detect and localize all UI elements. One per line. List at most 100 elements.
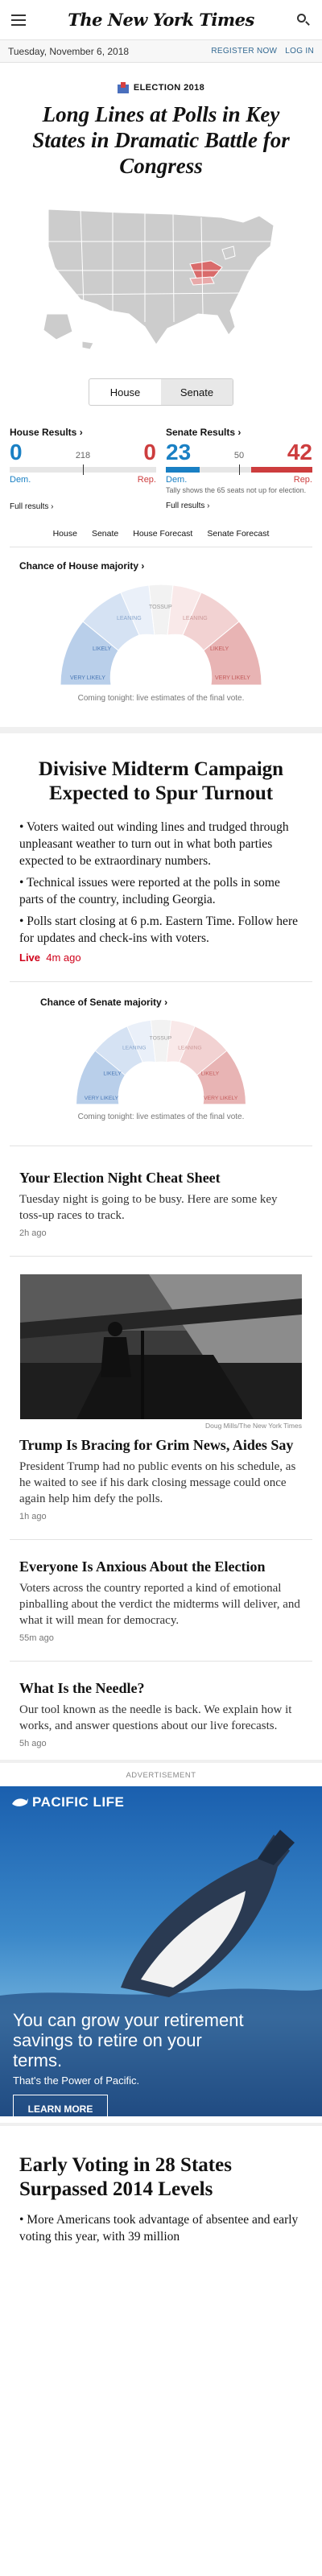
house-rep-label: Rep. (137, 475, 156, 485)
main-story-title[interactable]: Divisive Midterm Campaign Expected to Sp… (19, 758, 303, 806)
house-seat-bar (10, 464, 156, 475)
senate-gauge-caption: Coming tonight: live estimates of the fi… (77, 1113, 245, 1121)
house-majority-gauge[interactable]: VERY LIKELY LIKELY LEANING TOSSUP LEANIN… (44, 576, 278, 689)
search-icon[interactable] (296, 13, 311, 27)
house-results-title[interactable]: House Results (10, 427, 76, 438)
subnav-senate-forecast[interactable]: Senate Forecast (207, 529, 269, 539)
house-rep-count: 0 (143, 440, 156, 464)
senate-rep-label: Rep. (293, 475, 312, 485)
results-panel: House Results › 0 218 0 Dem. Rep. Full r… (0, 427, 322, 511)
gauge-label: VERY LIKELY (70, 675, 105, 681)
senate-dem-label: Dem. (166, 475, 188, 485)
story-timestamp: 1h ago (19, 1512, 47, 1521)
subnav-house-forecast[interactable]: House Forecast (133, 529, 192, 539)
senate-seat-bar (166, 464, 312, 475)
senate-dem-count: 23 (166, 440, 192, 464)
subnav-house[interactable]: House (53, 529, 77, 539)
bottom-story[interactable]: Early Voting in 28 States Surpassed 2014… (0, 2153, 322, 2245)
gauge-label: LIKELY (210, 646, 229, 652)
us-mainland-shape (47, 208, 275, 345)
senate-majority-gauge[interactable]: VERY LIKELY LIKELY LEANING TOSSUP LEANIN… (60, 1013, 262, 1108)
story-timestamp: 2h ago (19, 1228, 47, 1238)
house-dem-count: 0 (10, 440, 23, 464)
story-summary: Our tool known as the needle is back. We… (19, 1703, 292, 1732)
bullet-item: • Voters waited out winding lines and tr… (19, 820, 289, 868)
gauge-label: TOSSUP (150, 1036, 172, 1042)
live-label: Live (19, 952, 41, 964)
toggle-senate[interactable]: Senate (161, 379, 233, 405)
story-item[interactable]: Trump Is Bracing for Grim News, Aides Sa… (0, 1430, 322, 1521)
live-indicator[interactable]: Live 4m ago (19, 952, 303, 964)
register-link[interactable]: REGISTER NOW (211, 47, 277, 56)
gauge-label: LEANING (178, 1046, 202, 1051)
gauge-label: LEANING (183, 616, 208, 621)
results-subnav: House Senate House Forecast Senate Forec… (10, 529, 312, 547)
hawaii-state[interactable] (81, 341, 94, 350)
election-headline[interactable]: Long Lines at Polls in Key States in Dra… (0, 93, 322, 179)
story-item[interactable]: Your Election Night Cheat Sheet Tuesday … (0, 1146, 322, 1238)
login-link[interactable]: LOG IN (285, 47, 314, 56)
chamber-toggle: House Senate (89, 378, 233, 406)
senate-majority-title[interactable]: Chance of Senate majority (40, 997, 162, 1008)
story-title[interactable]: What Is the Needle? (19, 1679, 303, 1697)
senate-results-title[interactable]: Senate Results (166, 427, 235, 438)
bullet-item: • Polls start closing at 6 p.m. Eastern … (19, 914, 298, 945)
main-story: Divisive Midterm Campaign Expected to Sp… (0, 758, 322, 964)
story-title[interactable]: Trump Is Bracing for Grim News, Aides Sa… (19, 1436, 303, 1454)
house-full-results-link[interactable]: Full results (10, 502, 48, 511)
pacific-life-ad[interactable]: PACIFIC LIFE You can grow your retiremen… (0, 1786, 322, 2116)
gauge-label: LEANING (117, 616, 142, 621)
ad-tagline: That's the Power of Pacific. (13, 2074, 140, 2087)
house-majority-title[interactable]: Chance of House majority (19, 560, 138, 572)
chevron-right-icon: › (141, 560, 145, 572)
election-tag: ELECTION 2018 (0, 82, 322, 93)
us-results-map[interactable] (32, 193, 290, 362)
gauge-label: VERY LIKELY (215, 675, 250, 681)
story-summary: Voters across the country reported a kin… (19, 1582, 300, 1627)
senate-results: Senate Results › 23 50 42 Dem. Rep. Tall… (166, 427, 312, 510)
trump-photo[interactable] (20, 1274, 302, 1419)
menu-icon[interactable] (11, 14, 26, 26)
ballot-box-icon (117, 82, 129, 93)
photo-credit: Doug Mills/The New York Times (205, 1422, 302, 1430)
story-timestamp: 5h ago (19, 1739, 47, 1748)
us-map-svg (43, 208, 275, 350)
election-tag-label: ELECTION 2018 (133, 83, 205, 93)
live-timestamp: 4m ago (46, 952, 81, 964)
house-gauge-caption: Coming tonight: live estimates of the fi… (77, 694, 245, 703)
top-bar: The New York Times (0, 0, 322, 40)
senate-majority-threshold: 50 (233, 451, 245, 460)
chevron-right-icon: › (237, 427, 242, 438)
date-label: Tuesday, November 6, 2018 (8, 45, 130, 57)
senate-dem-bar (166, 467, 200, 473)
bottom-story-title[interactable]: Early Voting in 28 States Surpassed 2014… (19, 2153, 303, 2202)
senate-full-results-link[interactable]: Full results (166, 502, 204, 510)
story-item[interactable]: Everyone Is Anxious About the Election V… (0, 1540, 322, 1643)
gauge-label: LIKELY (103, 1071, 122, 1077)
gauge-label: LIKELY (93, 646, 112, 652)
gauge-label: VERY LIKELY (204, 1096, 238, 1101)
photo-illustration (20, 1274, 302, 1419)
subnav-senate[interactable]: Senate (92, 529, 118, 539)
bullet-item: • Technical issues were reported at the … (19, 876, 280, 906)
senate-tally-note: Tally shows the 65 seats not up for elec… (166, 486, 307, 494)
story-item[interactable]: What Is the Needle? Our tool known as th… (0, 1662, 322, 1748)
story-title[interactable]: Your Election Night Cheat Sheet (19, 1169, 303, 1187)
ad-headline: You can grow your retirement savings to … (13, 2010, 244, 2070)
story-summary: President Trump had no public events on … (19, 1460, 296, 1505)
gauge-label: VERY LIKELY (85, 1096, 119, 1101)
senate-rep-count: 42 (287, 440, 312, 464)
house-dem-label: Dem. (10, 475, 31, 485)
bullet-item: • More Americans took advantage of absen… (19, 2213, 299, 2244)
learn-more-button[interactable]: LEARN MORE (13, 2095, 108, 2116)
toggle-house[interactable]: House (89, 379, 161, 405)
senate-rep-bar (250, 467, 312, 473)
nyt-logo[interactable]: The New York Times (68, 10, 254, 30)
section-divider (0, 727, 322, 733)
story-timestamp: 55m ago (19, 1633, 54, 1643)
alaska-state[interactable] (43, 313, 73, 341)
house-results: House Results › 0 218 0 Dem. Rep. Full r… (10, 427, 156, 511)
house-majority-threshold: 218 (75, 451, 91, 460)
story-title[interactable]: Everyone Is Anxious About the Election (19, 1558, 303, 1575)
chevron-right-icon: › (164, 997, 168, 1008)
